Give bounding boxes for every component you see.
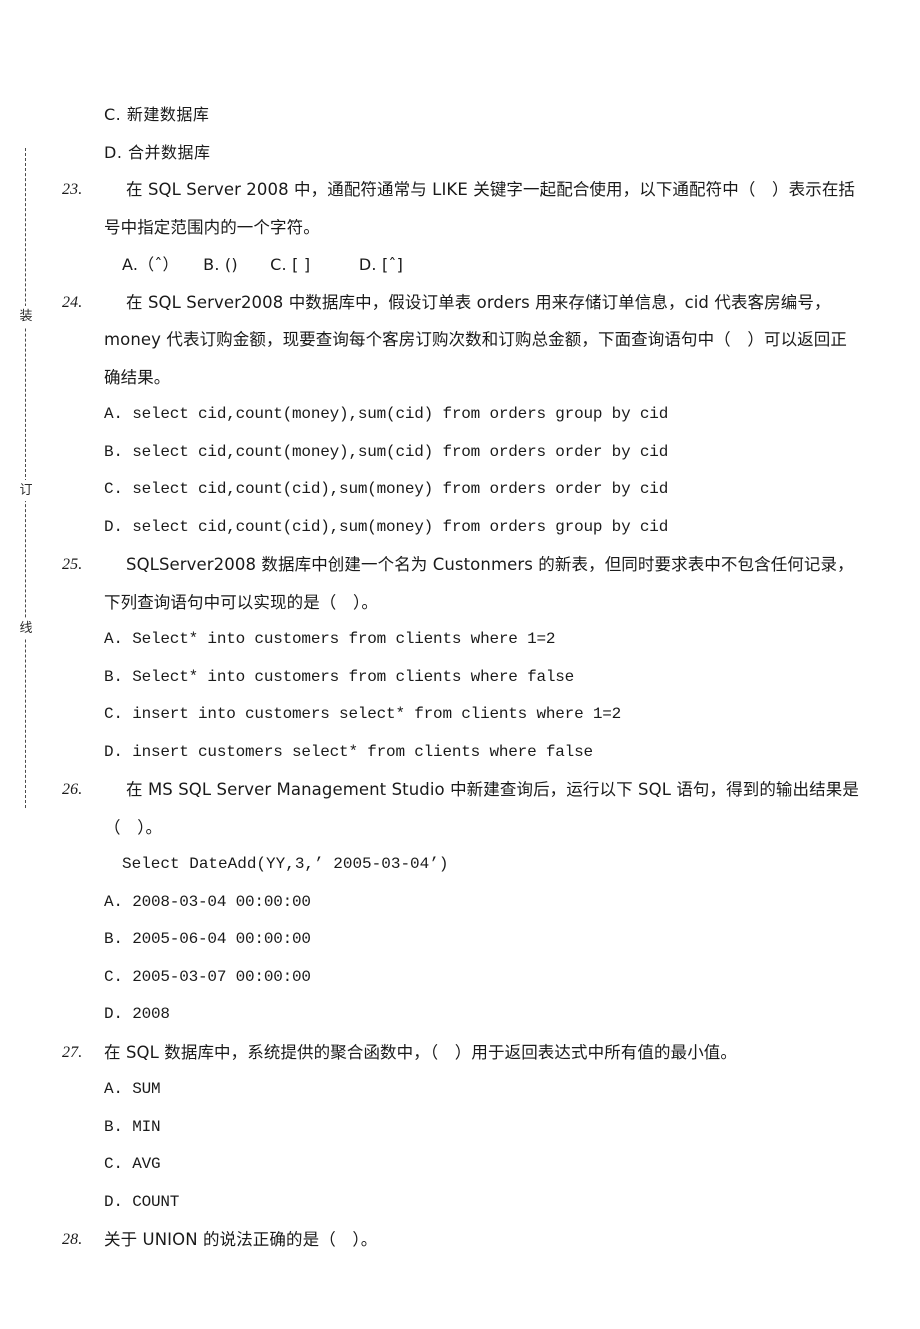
question-24-number: 24.	[62, 293, 83, 311]
question-25: 25. SQLServer2008 数据库中创建一个名为 Custonmers …	[62, 546, 862, 771]
question-25-option-d: D. insert customers select* from clients…	[104, 742, 593, 761]
carryover-option-d: D. 合并数据库	[62, 134, 862, 172]
binding-margin: 装 订 线	[14, 148, 38, 808]
question-28-number: 28.	[62, 1231, 83, 1248]
binding-char-xian: 线	[16, 618, 36, 639]
question-26: 26. 在 MS SQL Server Management Studio 中新…	[62, 771, 862, 1034]
question-23-number: 23.	[62, 181, 83, 198]
binding-char-ding: 订	[16, 480, 36, 501]
binding-char-zhuang: 装	[16, 306, 36, 327]
question-24-option-a: A. select cid,count(money),sum(cid) from…	[104, 405, 669, 423]
question-24-option-d: D. select cid,count(cid),sum(money) from…	[104, 517, 669, 536]
question-24-option-c: C. select cid,count(cid),sum(money) from…	[104, 480, 669, 498]
question-27-option-b: B. MIN	[104, 1117, 161, 1136]
question-27-number: 27.	[62, 1043, 83, 1061]
question-27-text: 在 SQL 数据库中，系统提供的聚合函数中，（ ）用于返回表达式中所有值的最小值…	[104, 1042, 737, 1062]
question-28: 28. 关于 UNION 的说法正确的是（ ）。	[62, 1221, 862, 1259]
question-24-stem: 24. 在 SQL Server2008 中数据库中，假设订单表 orders …	[62, 284, 862, 397]
question-25-option-a: A. Select* into customers from clients w…	[104, 630, 556, 648]
question-26-text: 在 MS SQL Server Management Studio 中新建查询后…	[104, 780, 859, 837]
question-24-option-b: B. select cid,count(money),sum(cid) from…	[104, 442, 669, 461]
question-27-stem: 27. 在 SQL 数据库中，系统提供的聚合函数中，（ ）用于返回表达式中所有值…	[62, 1034, 862, 1072]
question-28-stem: 28. 关于 UNION 的说法正确的是（ ）。	[62, 1221, 862, 1259]
question-25-option-b: B. Select* into customers from clients w…	[104, 667, 575, 686]
carryover-option-d-label: 合并数据库	[128, 142, 211, 162]
question-26-option-a: A. 2008-03-04 00:00:00	[104, 892, 311, 911]
carryover-option-c: C. 新建数据库	[62, 96, 862, 134]
question-24-text: 在 SQL Server2008 中数据库中，假设订单表 orders 用来存储…	[104, 292, 847, 387]
question-28-text: 关于 UNION 的说法正确的是（ ）。	[104, 1230, 378, 1249]
question-25-stem: 25. SQLServer2008 数据库中创建一个名为 Custonmers …	[62, 546, 862, 621]
exam-paper-page: 装 订 线 C. 新建数据库 D. 合并数据库 23. 在 SQL Server…	[0, 0, 920, 1329]
question-23-options-row: A.（ˆ） B. () C. [ ] D. [ˆ]	[122, 255, 404, 274]
question-26-option-c: C. 2005-03-07 00:00:00	[104, 967, 311, 986]
question-27-option-c: C. AVG	[104, 1155, 161, 1173]
binding-dashed-line	[25, 148, 26, 808]
question-23: 23. 在 SQL Server 2008 中，通配符通常与 LIKE 关键字一…	[62, 171, 862, 284]
question-26-stem: 26. 在 MS SQL Server Management Studio 中新…	[62, 771, 862, 846]
question-23-stem: 23. 在 SQL Server 2008 中，通配符通常与 LIKE 关键字一…	[62, 171, 862, 246]
question-26-option-b: B. 2005-06-04 00:00:00	[104, 930, 311, 948]
question-27: 27. 在 SQL 数据库中，系统提供的聚合函数中，（ ）用于返回表达式中所有值…	[62, 1034, 862, 1222]
carryover-option-d-text: D.	[104, 142, 123, 162]
question-25-option-c: C. insert into customers select* from cl…	[104, 705, 622, 723]
carryover-option-c-text: C.	[104, 105, 122, 124]
question-27-option-d: D. COUNT	[104, 1192, 180, 1211]
question-content-column: C. 新建数据库 D. 合并数据库 23. 在 SQL Server 2008 …	[62, 96, 862, 1259]
question-23-text: 在 SQL Server 2008 中，通配符通常与 LIKE 关键字一起配合使…	[104, 180, 856, 237]
question-25-text: SQLServer2008 数据库中创建一个名为 Custonmers 的新表，…	[104, 555, 854, 612]
question-26-option-d: D. 2008	[104, 1005, 170, 1023]
question-25-number: 25.	[62, 556, 83, 573]
question-26-sql-snippet: Select DateAdd(YY,3,’ 2005-03-04’)	[122, 855, 449, 873]
question-24: 24. 在 SQL Server2008 中数据库中，假设订单表 orders …	[62, 284, 862, 547]
question-27-option-a: A. SUM	[104, 1080, 161, 1098]
carryover-option-c-label: 新建数据库	[126, 105, 210, 124]
question-26-number: 26.	[62, 781, 83, 798]
